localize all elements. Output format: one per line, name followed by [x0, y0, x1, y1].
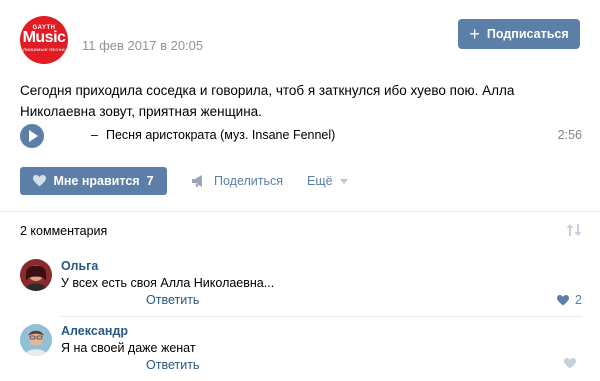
reply-link[interactable]: Ответить — [146, 293, 199, 307]
more-label: Ещё — [307, 174, 333, 188]
chevron-down-icon — [339, 178, 348, 184]
heart-icon — [33, 175, 47, 187]
avatar[interactable] — [20, 324, 52, 356]
avatar[interactable] — [20, 259, 52, 291]
play-button[interactable] — [20, 124, 44, 148]
share-button[interactable]: Поделиться — [192, 167, 283, 195]
post-header: GAYTH Music ЛЮБИМЫЕ ПЕСНИ 11 фев 2017 в … — [20, 16, 580, 64]
more-button[interactable]: Ещё — [307, 167, 348, 195]
post-text: Сегодня приходила соседка и говорила, чт… — [20, 83, 515, 119]
like-button[interactable]: Мне нравится 7 — [20, 167, 167, 195]
plus-icon: + — [469, 24, 480, 44]
subscribe-label: Подписаться — [486, 27, 569, 41]
heart-icon — [564, 358, 576, 369]
comment-like-count: 2 — [575, 293, 582, 307]
heart-icon — [557, 294, 570, 305]
like-label: Мне нравится — [53, 174, 140, 188]
subscribe-button[interactable]: + Подписаться — [458, 19, 580, 49]
comment-author[interactable]: Ольга — [61, 259, 98, 273]
audio-title[interactable]: Песня аристократа (муз. Insane Fennel) — [106, 128, 335, 142]
comments-divider — [0, 211, 600, 212]
comment-like-button[interactable] — [564, 358, 582, 369]
comments-count: 2 комментария — [20, 224, 108, 238]
reply-link[interactable]: Ответить — [146, 358, 199, 372]
comment-text: У всех есть своя Алла Николаевна... — [61, 276, 275, 290]
logo-main-text: Music — [22, 29, 66, 46]
sort-icon[interactable] — [566, 223, 582, 237]
comment-divider — [61, 316, 582, 317]
post-date[interactable]: 11 фев 2017 в 20:05 — [82, 38, 203, 53]
audio-separator: – — [91, 128, 98, 142]
audio-row[interactable]: – Песня аристократа (муз. Insane Fennel)… — [20, 124, 582, 148]
audio-duration: 2:56 — [557, 128, 582, 142]
post-actions: Мне нравится 7 Поделиться Ещё — [20, 167, 580, 195]
community-logo[interactable]: GAYTH Music ЛЮБИМЫЕ ПЕСНИ — [20, 16, 68, 64]
megaphone-icon — [192, 175, 202, 187]
share-label: Поделиться — [214, 174, 284, 188]
comment-like-button[interactable]: 2 — [557, 293, 582, 307]
play-icon — [29, 130, 38, 142]
comment-text: Я на своей даже женат — [61, 341, 196, 355]
logo-bottom-text: ЛЮБИМЫЕ ПЕСНИ — [23, 47, 65, 52]
comment-author[interactable]: Александр — [61, 324, 128, 338]
like-count: 7 — [146, 174, 154, 188]
